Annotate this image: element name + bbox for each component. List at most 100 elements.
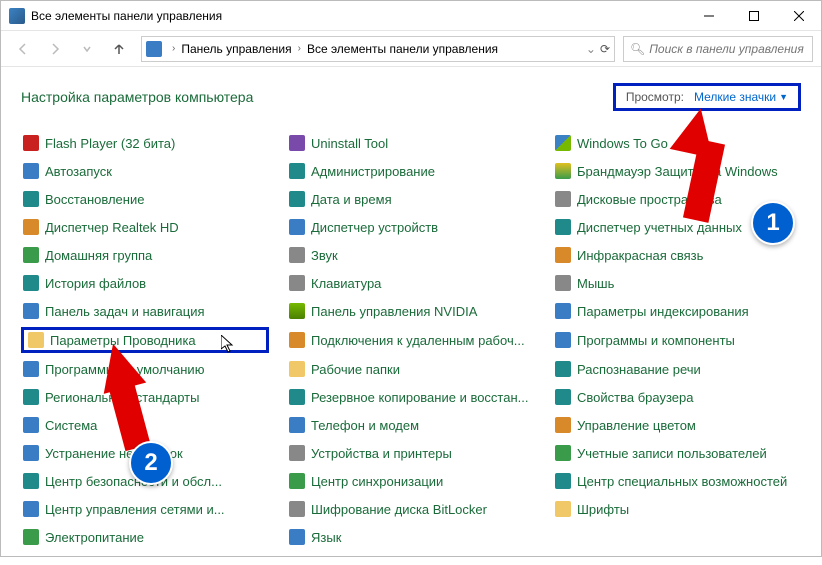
item-icon [555,135,571,151]
breadcrumb-part-all-items[interactable]: Все элементы панели управления [307,42,498,56]
control-panel-item[interactable]: Управление цветом [553,413,801,437]
chevron-down-icon: ▼ [779,92,788,102]
item-label: Подключения к удаленным рабоч... [311,333,525,348]
close-button[interactable] [776,1,821,31]
control-panel-item[interactable]: Автозапуск [21,159,269,183]
content-area: Настройка параметров компьютера Просмотр… [1,67,821,565]
control-panel-item[interactable]: Диспетчер Realtek HD [21,215,269,239]
chevron-down-icon[interactable]: ⌄ [586,42,596,56]
refresh-icon[interactable]: ⟳ [600,42,610,56]
control-panel-item[interactable]: Свойства браузера [553,385,801,409]
control-panel-item[interactable]: Брандмауэр Защитника Windows [553,159,801,183]
control-panel-item[interactable]: Учетные записи пользователей [553,441,801,465]
control-panel-icon [9,8,25,24]
item-label: Электропитание [45,530,144,545]
breadcrumb: › Панель управления › Все элементы панел… [166,42,498,56]
item-label: Устройства и принтеры [311,446,452,461]
item-icon [23,389,39,405]
item-icon [289,445,305,461]
item-icon [555,445,571,461]
maximize-button[interactable] [731,1,776,31]
item-icon [289,501,305,517]
address-bar[interactable]: › Панель управления › Все элементы панел… [141,36,615,62]
control-panel-item[interactable]: Система [21,413,269,437]
control-panel-item[interactable]: Язык [287,525,535,549]
item-icon [555,389,571,405]
item-icon [23,191,39,207]
item-icon [23,163,39,179]
item-icon [555,191,571,207]
page-title: Настройка параметров компьютера [21,89,613,105]
view-by-value[interactable]: Мелкие значки ▼ [694,90,788,104]
item-label: Клавиатура [311,276,381,291]
item-label: Программы и компоненты [577,333,735,348]
control-panel-item[interactable]: Резервное копирование и восстан... [287,385,535,409]
search-icon: 🔍︎ [630,42,645,56]
history-dropdown[interactable] [73,35,101,63]
control-panel-item[interactable]: История файлов [21,271,269,295]
item-icon [23,135,39,151]
control-panel-item[interactable]: Администрирование [287,159,535,183]
control-panel-item[interactable]: Устройства и принтеры [287,441,535,465]
control-panel-item[interactable]: Центр синхронизации [287,469,535,493]
control-panel-item[interactable]: Восстановление [21,187,269,211]
forward-button[interactable] [41,35,69,63]
search-box[interactable]: 🔍︎ [623,36,813,62]
breadcrumb-part-control-panel[interactable]: Панель управления [181,42,291,56]
control-panel-item[interactable]: Диспетчер устройств [287,215,535,239]
control-panel-item[interactable]: Программы и компоненты [553,327,801,353]
chevron-right-icon[interactable]: › [298,43,301,54]
control-panel-item[interactable]: Инфракрасная связь [553,243,801,267]
control-panel-item[interactable]: Электропитание [21,525,269,549]
control-panel-item[interactable]: Региональные стандарты [21,385,269,409]
control-panel-item[interactable]: Центр управления сетями и... [21,497,269,521]
minimize-button[interactable] [686,1,731,31]
item-icon [555,275,571,291]
item-label: Uninstall Tool [311,136,388,151]
item-label: Восстановление [45,192,144,207]
control-panel-item[interactable]: Рабочие папки [287,357,535,381]
item-label: Flash Player (32 бита) [45,136,175,151]
control-panel-item[interactable]: Uninstall Tool [287,131,535,155]
control-panel-item[interactable]: Программы по умолчанию [21,357,269,381]
item-icon [23,473,39,489]
view-by-control[interactable]: Просмотр: Мелкие значки ▼ [613,83,801,111]
control-panel-item[interactable]: Центр специальных возможностей [553,469,801,493]
item-label: Панель управления NVIDIA [311,304,477,319]
control-panel-item[interactable]: Мышь [553,271,801,295]
control-panel-item[interactable]: Дата и время [287,187,535,211]
control-panel-item[interactable]: Параметры индексирования [553,299,801,323]
control-panel-item[interactable]: Телефон и модем [287,413,535,437]
item-icon [555,303,571,319]
control-panel-item[interactable]: Распознавание речи [553,357,801,381]
control-panel-item[interactable]: Flash Player (32 бита) [21,131,269,155]
annotation-badge-2: 2 [129,441,173,485]
item-label: Инфракрасная связь [577,248,703,263]
item-icon [289,303,305,319]
item-label: Брандмауэр Защитника Windows [577,164,778,179]
item-icon [555,361,571,377]
control-panel-item[interactable]: Шифрование диска BitLocker [287,497,535,521]
control-panel-item[interactable]: Подключения к удаленным рабоч... [287,327,535,353]
chevron-right-icon[interactable]: › [172,43,175,54]
search-input[interactable] [649,42,806,56]
item-label: Управление цветом [577,418,696,433]
control-panel-item[interactable]: Домашняя группа [21,243,269,267]
control-panel-item[interactable]: Звук [287,243,535,267]
item-label: Диспетчер устройств [311,220,438,235]
control-panel-item[interactable]: Windows To Go [553,131,801,155]
up-button[interactable] [105,35,133,63]
item-icon [555,501,571,517]
item-label: Домашняя группа [45,248,152,263]
back-button[interactable] [9,35,37,63]
item-icon [23,361,39,377]
control-panel-item[interactable]: Панель управления NVIDIA [287,299,535,323]
item-label: Шифрование диска BitLocker [311,502,487,517]
item-label: Свойства браузера [577,390,693,405]
control-panel-item[interactable]: Параметры Проводника [21,327,269,353]
control-panel-item[interactable]: Клавиатура [287,271,535,295]
control-panel-item[interactable]: Панель задач и навигация [21,299,269,323]
control-panel-item[interactable]: Шрифты [553,497,801,521]
item-label: Распознавание речи [577,362,701,377]
item-icon [289,247,305,263]
